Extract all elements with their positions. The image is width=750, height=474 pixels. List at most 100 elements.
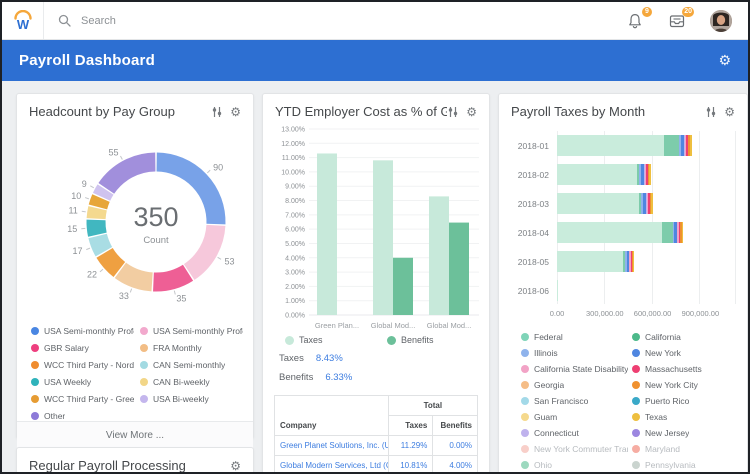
legend-item[interactable]: WCC Third Party - Nordics — [31, 360, 134, 370]
legend-item[interactable]: Maryland — [632, 444, 739, 454]
legend-item[interactable]: Other — [31, 411, 134, 421]
payroll-taxes-gear-icon[interactable]: ⚙ — [724, 106, 735, 118]
legend-item[interactable]: WCC Third Party - Green Pla... — [31, 394, 134, 404]
bar-segment[interactable] — [662, 222, 673, 243]
taxes-bar[interactable] — [429, 196, 449, 315]
label-leader-line — [206, 169, 211, 174]
bar-segment[interactable] — [690, 135, 692, 156]
view-more-button[interactable]: View More ... — [17, 421, 253, 449]
legend-dot — [632, 429, 640, 437]
donut-segment[interactable] — [88, 233, 113, 257]
bar-segment[interactable] — [557, 280, 558, 301]
search-input[interactable] — [79, 13, 399, 28]
legend-item[interactable]: Pennsylvania — [632, 460, 739, 470]
legend-item[interactable]: Illinois — [521, 348, 628, 358]
donut-segment[interactable] — [114, 262, 154, 292]
donut-segment[interactable] — [98, 152, 156, 195]
headcount-panel-title: Headcount by Pay Group — [29, 104, 175, 119]
company-link[interactable]: Global Modern Services, Ltd (Canada) — [280, 461, 387, 470]
company-link[interactable]: Green Planet Solutions, Inc. (USA) — [280, 441, 387, 450]
legend-item[interactable]: USA Weekly — [31, 377, 134, 387]
taxes-value-link[interactable]: 11.29% — [401, 441, 428, 450]
bar-segment[interactable] — [557, 251, 624, 272]
bar-segment[interactable] — [651, 193, 653, 214]
legend-item[interactable]: California — [632, 332, 739, 342]
taxes-bar[interactable] — [373, 160, 393, 315]
benefits-stat-value[interactable]: 6.33% — [325, 372, 352, 383]
stacked-bar[interactable] — [557, 280, 735, 301]
taxes-stat-value[interactable]: 8.43% — [316, 353, 343, 364]
workday-logo[interactable]: W — [2, 2, 44, 39]
headcount-legend: USA Semi-monthly Professi... USA Semi-mon… — [17, 322, 253, 421]
legend-item[interactable]: CAN Bi-weekly — [140, 377, 243, 387]
chart-settings-icon[interactable] — [447, 106, 459, 118]
benefits-value-link[interactable]: 4.00% — [449, 461, 472, 470]
legend-item[interactable]: USA Semi-monthly Professi... — [31, 326, 134, 336]
stacked-bar[interactable] — [557, 193, 735, 214]
month-bar-row: 2018-03 — [499, 189, 737, 218]
bar-segment[interactable] — [649, 164, 651, 185]
legend-item[interactable]: New York Commuter Transp... — [521, 444, 628, 454]
ytd-bar-chart[interactable]: 0.00% 1.00% 2.00% 3.00% 4.00% 5.00% 6.00% 7.00%… — [263, 123, 489, 333]
benefits-value-link[interactable]: 0.00% — [449, 441, 472, 450]
benefits-bar[interactable] — [449, 222, 469, 315]
notifications-button[interactable]: 9 — [626, 6, 652, 30]
headcount-gear-icon[interactable]: ⚙ — [230, 106, 241, 118]
dashboard-settings-gear-icon[interactable]: ⚙ — [718, 54, 731, 68]
regular-payroll-gear-icon[interactable]: ⚙ — [230, 460, 241, 472]
bar-segment[interactable] — [681, 222, 683, 243]
legend-dot — [521, 381, 529, 389]
donut-segment[interactable] — [92, 184, 114, 201]
legend-item[interactable]: Taxes — [285, 335, 387, 345]
stacked-bar[interactable] — [557, 164, 735, 185]
legend-item[interactable]: CAN Semi-monthly — [140, 360, 243, 370]
legend-item[interactable]: Benefits — [387, 335, 489, 345]
legend-item[interactable]: Federal — [521, 332, 628, 342]
donut-segment[interactable] — [86, 206, 107, 220]
bar-segment[interactable] — [664, 135, 679, 156]
inbox-button[interactable]: 20 — [668, 6, 694, 30]
legend-item[interactable]: USA Bi-weekly — [140, 394, 243, 404]
legend-label: Pennsylvania — [645, 460, 696, 470]
legend-item[interactable]: Massachusetts — [632, 364, 739, 374]
legend-item[interactable]: New Jersey — [632, 428, 739, 438]
legend-item[interactable]: San Francisco — [521, 396, 628, 406]
donut-segment[interactable] — [183, 224, 226, 280]
bar-segment[interactable] — [633, 251, 635, 272]
bar-segment[interactable] — [557, 222, 663, 243]
chart-settings-icon[interactable] — [705, 106, 717, 118]
legend-item[interactable]: Connecticut — [521, 428, 628, 438]
profile-avatar[interactable] — [710, 9, 732, 32]
donut-segment[interactable] — [86, 219, 107, 237]
taxes-bar[interactable] — [317, 153, 337, 315]
month-label: 2018-06 — [517, 285, 549, 296]
stacked-bar[interactable] — [557, 135, 735, 156]
bar-segment[interactable] — [557, 135, 665, 156]
bar-segment[interactable] — [557, 164, 637, 185]
legend-item[interactable]: Ohio — [521, 460, 628, 470]
legend-item[interactable]: Texas — [632, 412, 739, 422]
legend-dot — [521, 461, 529, 469]
donut-segment[interactable] — [153, 264, 194, 292]
legend-item[interactable]: New York — [632, 348, 739, 358]
stacked-bar[interactable] — [557, 251, 735, 272]
legend-item[interactable]: Georgia — [521, 380, 628, 390]
legend-item[interactable]: FRA Monthly — [140, 343, 243, 353]
stacked-bar[interactable] — [557, 222, 735, 243]
donut-segment[interactable] — [88, 194, 110, 210]
ytd-gear-icon[interactable]: ⚙ — [466, 106, 477, 118]
chart-settings-icon[interactable] — [211, 106, 223, 118]
legend-item[interactable]: California State Disability In... — [521, 364, 628, 374]
taxes-value-link[interactable]: 10.81% — [400, 461, 427, 470]
legend-item[interactable]: Guam — [521, 412, 628, 422]
payroll-taxes-chart[interactable]: 2018-01 2018-02 2018-03 2018-04 2018-05 2018-… — [499, 131, 737, 320]
legend-item[interactable]: New York City — [632, 380, 739, 390]
legend-item[interactable]: USA Semi-monthly Professi... — [140, 326, 243, 336]
headcount-donut-chart[interactable]: 90 53 35 33 22 17 15 11 10 9 55 350 Count — [17, 123, 253, 322]
bar-segment[interactable] — [557, 193, 639, 214]
legend-label: Federal — [534, 332, 563, 342]
donut-segment[interactable] — [96, 247, 126, 278]
legend-item[interactable]: Puerto Rico — [632, 396, 739, 406]
benefits-bar[interactable] — [393, 257, 413, 315]
legend-item[interactable]: GBR Salary — [31, 343, 134, 353]
